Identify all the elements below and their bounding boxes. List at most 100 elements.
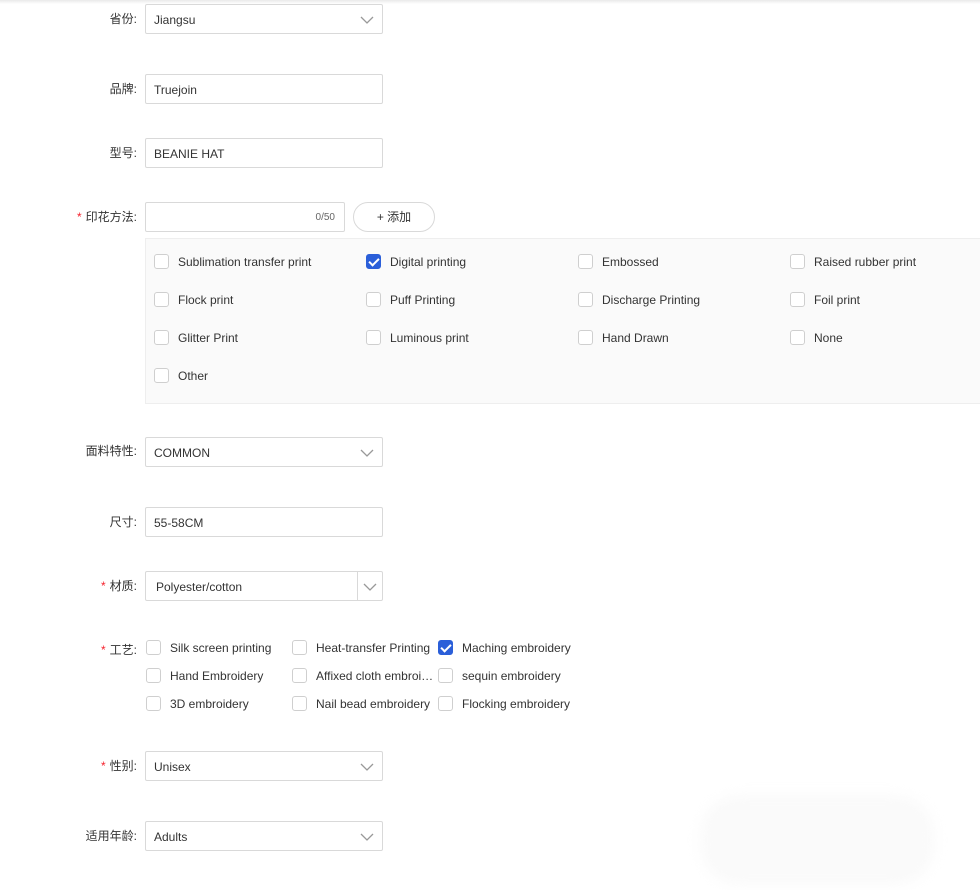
material-label: * 材质:: [100, 579, 137, 593]
model-value: BEANIE HAT: [154, 147, 225, 161]
checkbox[interactable]: [790, 292, 805, 307]
fabric-label: 面料特性:: [85, 444, 137, 458]
material-value: Polyester/cotton: [156, 580, 243, 594]
chevron-down-icon: [360, 761, 374, 773]
brand-input[interactable]: Truejoin: [145, 74, 383, 104]
fabric-select[interactable]: COMMON: [145, 437, 383, 467]
brand-label: 品牌:: [109, 82, 137, 96]
print-option-label: Other: [178, 368, 209, 383]
brand-value: Truejoin: [154, 83, 197, 97]
craft-option-label: Silk screen printing: [170, 640, 272, 655]
fabric-value: COMMON: [154, 446, 210, 460]
size-input[interactable]: 55-58CM: [145, 507, 383, 537]
checkbox[interactable]: [146, 668, 161, 683]
craft-option[interactable]: Maching embroidery: [438, 640, 571, 655]
checkbox[interactable]: [154, 330, 169, 345]
craft-option[interactable]: Silk screen printing: [146, 640, 271, 655]
print-option[interactable]: Raised rubber print: [790, 254, 916, 269]
province-select[interactable]: Jiangsu: [145, 4, 383, 34]
chevron-down-icon: [363, 581, 377, 593]
craft-label: * 工艺:: [100, 643, 137, 657]
print-option-label: Digital printing: [390, 254, 467, 269]
checkbox[interactable]: [366, 292, 381, 307]
craft-option-label: Flocking embroidery: [462, 696, 571, 711]
print-method-label: * 印花方法:: [76, 210, 137, 224]
craft-option[interactable]: Hand Embroidery: [146, 668, 263, 683]
print-option[interactable]: Discharge Printing: [578, 292, 700, 307]
gender-value: Unisex: [154, 760, 191, 774]
print-option-label: Sublimation transfer print: [178, 254, 312, 269]
print-option[interactable]: Digital printing: [366, 254, 466, 269]
gender-select[interactable]: Unisex: [145, 751, 383, 781]
craft-option[interactable]: Flocking embroidery: [438, 696, 570, 711]
checkbox[interactable]: [146, 696, 161, 711]
print-option[interactable]: Foil print: [790, 292, 860, 307]
craft-option-label: Nail bead embroidery: [316, 696, 431, 711]
checkbox-checked[interactable]: [438, 640, 453, 655]
print-option-label: Luminous print: [390, 330, 469, 345]
checkbox[interactable]: [790, 330, 805, 345]
char-counter: 0/50: [315, 212, 335, 223]
print-option-label: Foil print: [814, 292, 861, 307]
checkbox[interactable]: [154, 254, 169, 269]
age-label: 适用年龄:: [85, 829, 137, 843]
print-option-label: Hand Drawn: [602, 330, 669, 345]
checkbox[interactable]: [438, 668, 453, 683]
print-option-label: Puff Printing: [390, 292, 456, 307]
chevron-down-icon: [360, 14, 374, 26]
print-option-label: Flock print: [178, 292, 234, 307]
checkbox[interactable]: [154, 368, 169, 383]
chevron-down-icon: [360, 831, 374, 843]
add-print-method-button[interactable]: + 添加: [353, 202, 435, 232]
checkbox[interactable]: [146, 640, 161, 655]
craft-option-label: Affixed cloth embroi…: [316, 668, 434, 683]
required-star: *: [100, 759, 106, 773]
craft-option[interactable]: Heat-transfer Printing: [292, 640, 430, 655]
select-divider: [357, 572, 358, 600]
size-label: 尺寸:: [109, 515, 137, 529]
craft-option-label: Maching embroidery: [462, 640, 571, 655]
print-option[interactable]: Glitter Print: [154, 330, 238, 345]
checkbox[interactable]: [790, 254, 805, 269]
age-select[interactable]: Adults: [145, 821, 383, 851]
model-label: 型号:: [109, 146, 137, 160]
checkbox-checked[interactable]: [366, 254, 381, 269]
checkbox[interactable]: [578, 330, 593, 345]
checkbox[interactable]: [292, 668, 307, 683]
print-method-input[interactable]: 0/50: [145, 202, 345, 232]
craft-option-label: 3D embroidery: [170, 696, 249, 711]
print-option-label: None: [814, 330, 843, 345]
model-input[interactable]: BEANIE HAT: [145, 138, 383, 168]
print-option[interactable]: Other: [154, 368, 208, 383]
checkbox[interactable]: [578, 292, 593, 307]
checkbox[interactable]: [366, 330, 381, 345]
checkbox[interactable]: [292, 696, 307, 711]
print-option[interactable]: Embossed: [578, 254, 659, 269]
print-option[interactable]: Sublimation transfer print: [154, 254, 311, 269]
size-value: 55-58CM: [154, 516, 204, 530]
background-blur: [700, 795, 935, 885]
print-option[interactable]: None: [790, 330, 843, 345]
province-value: Jiangsu: [154, 13, 196, 27]
checkbox[interactable]: [154, 292, 169, 307]
print-option[interactable]: Luminous print: [366, 330, 469, 345]
age-value: Adults: [154, 830, 188, 844]
print-option[interactable]: Puff Printing: [366, 292, 455, 307]
craft-option-label: Heat-transfer Printing: [316, 640, 431, 655]
required-star: *: [76, 210, 82, 224]
material-select[interactable]: Polyester/cotton: [145, 571, 383, 601]
checkbox[interactable]: [438, 696, 453, 711]
craft-option[interactable]: Nail bead embroidery: [292, 696, 430, 711]
checkbox[interactable]: [578, 254, 593, 269]
print-option[interactable]: Hand Drawn: [578, 330, 669, 345]
required-star: *: [100, 643, 106, 657]
craft-option[interactable]: Affixed cloth embroi…: [292, 668, 433, 683]
craft-option-label: sequin embroidery: [462, 668, 561, 683]
print-option-label: Glitter Print: [178, 330, 239, 345]
print-option[interactable]: Flock print: [154, 292, 233, 307]
checkbox[interactable]: [292, 640, 307, 655]
craft-option[interactable]: sequin embroidery: [438, 668, 561, 683]
print-option-label: Embossed: [602, 254, 659, 269]
craft-option-label: Hand Embroidery: [170, 668, 264, 683]
craft-option[interactable]: 3D embroidery: [146, 696, 249, 711]
